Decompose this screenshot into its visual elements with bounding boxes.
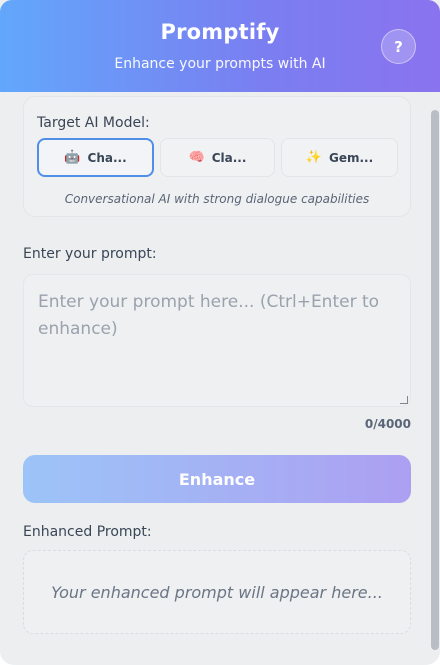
- app-subtitle: Enhance your prompts with AI: [114, 56, 326, 72]
- enhance-button[interactable]: Enhance: [23, 455, 411, 503]
- help-button[interactable]: ?: [381, 29, 416, 64]
- model-section-label: Target AI Model:: [37, 115, 150, 131]
- model-option-claude[interactable]: 🧠 Cla...: [160, 138, 275, 177]
- model-option-label: Gem...: [329, 150, 374, 165]
- prompt-label: Enter your prompt:: [23, 246, 157, 262]
- main-content: Target AI Model: 🤖 Cha... 🧠 Cla... ✨ Gem…: [0, 92, 430, 665]
- model-option-chatgpt[interactable]: 🤖 Cha...: [37, 138, 154, 177]
- app-title: Promptify: [160, 20, 280, 44]
- sparkles-icon: ✨: [305, 150, 322, 165]
- prompt-input[interactable]: Enter your prompt here... (Ctrl+Enter to…: [23, 274, 411, 407]
- brain-icon: 🧠: [188, 150, 205, 165]
- enhanced-prompt-output: Your enhanced prompt will appear here...: [23, 550, 411, 634]
- character-counter: 0/4000: [364, 417, 411, 431]
- model-selector-card: Target AI Model: 🤖 Cha... 🧠 Cla... ✨ Gem…: [23, 96, 411, 217]
- model-option-label: Cla...: [211, 150, 247, 165]
- model-option-label: Cha...: [87, 150, 127, 165]
- model-description: Conversational AI with strong dialogue c…: [64, 192, 370, 206]
- scrollbar[interactable]: [431, 110, 439, 650]
- header: Promptify Enhance your prompts with AI ?: [0, 0, 440, 92]
- enhanced-prompt-label: Enhanced Prompt:: [23, 524, 152, 540]
- extension-popup: Promptify Enhance your prompts with AI ?…: [0, 0, 440, 665]
- model-option-gemini[interactable]: ✨ Gem...: [281, 138, 398, 177]
- output-placeholder: Your enhanced prompt will appear here...: [51, 582, 383, 602]
- robot-icon: 🤖: [64, 150, 81, 165]
- resize-handle-icon[interactable]: [400, 396, 408, 404]
- prompt-placeholder: Enter your prompt here... (Ctrl+Enter to…: [38, 292, 380, 339]
